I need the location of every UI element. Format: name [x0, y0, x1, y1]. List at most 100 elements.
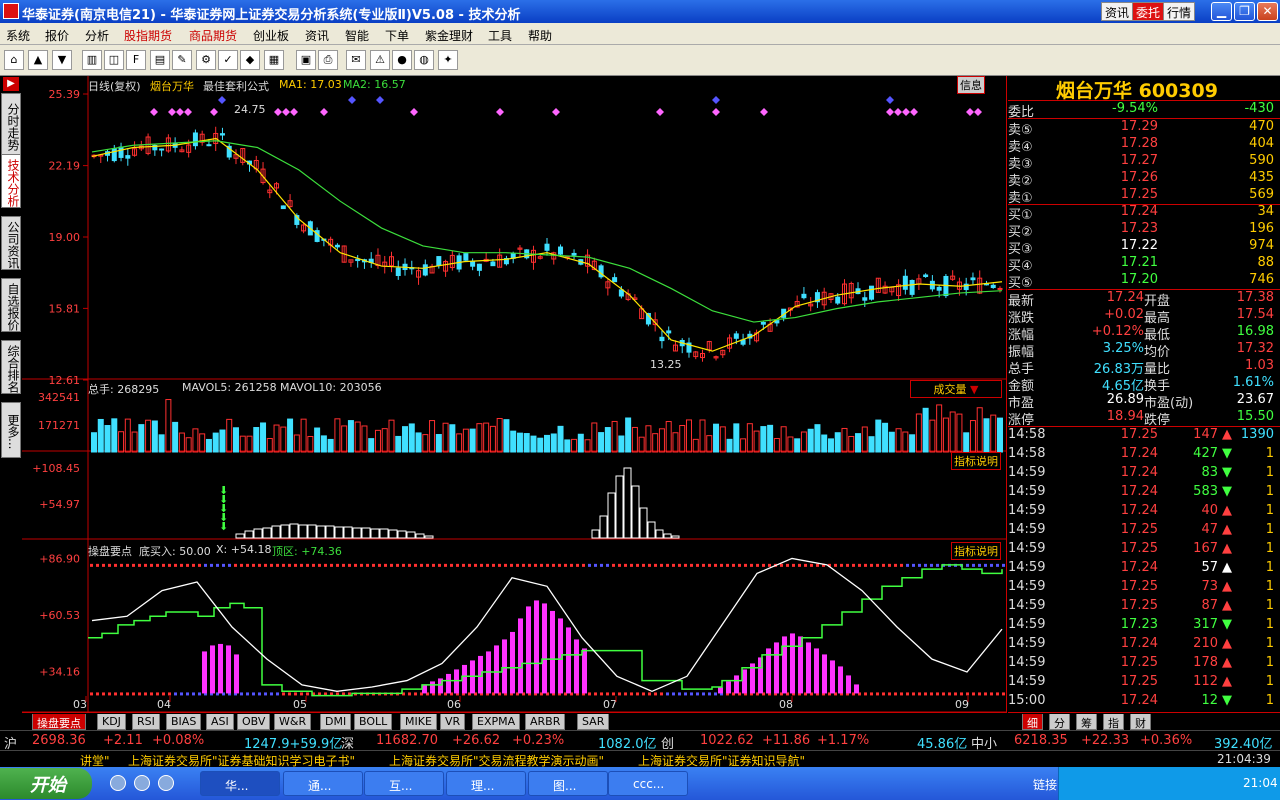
toolbar-print-icon[interactable]: ⎙ — [318, 50, 338, 70]
menu-item[interactable]: 报价 — [45, 27, 69, 44]
indicator-tab[interactable]: RSI — [132, 714, 160, 730]
menu-item[interactable]: 下单 — [385, 27, 409, 44]
quicklaunch-folder-icon[interactable] — [158, 775, 174, 791]
indicator-tab[interactable]: BIAS — [166, 714, 202, 730]
toolbar-news-icon[interactable]: ✉ — [346, 50, 366, 70]
menu-item[interactable]: 帮助 — [528, 27, 552, 44]
menu-item[interactable]: 创业板 — [253, 27, 289, 44]
indicator-tab[interactable]: ASI — [206, 714, 234, 730]
left-nav-tab[interactable]: 分时走势 — [1, 93, 21, 157]
indicator-tab[interactable]: W&R — [274, 714, 312, 730]
menu-item[interactable]: 紫金理财 — [425, 27, 473, 44]
arrow-up-icon: ▲ — [1222, 560, 1232, 575]
volume-bar — [611, 420, 618, 453]
toolbar-warning-icon[interactable]: ● — [392, 50, 412, 70]
title-hangqing-button[interactable]: 行情 — [1163, 2, 1196, 21]
toolbar-f-icon[interactable]: F — [126, 50, 146, 70]
title-zixun-button[interactable]: 资讯 — [1101, 2, 1134, 21]
indicator-tab[interactable]: MIKE — [400, 714, 437, 730]
menu-item[interactable]: 工具 — [488, 27, 512, 44]
toolbar-pen-icon[interactable]: ✎ — [172, 50, 192, 70]
toolbar-kline-icon[interactable]: ▥ — [82, 50, 102, 70]
close-icon[interactable]: ✕ — [1257, 2, 1278, 21]
toolbar-tools-icon[interactable]: ⚙ — [196, 50, 216, 70]
toolbar-bookmark-icon[interactable]: ◆ — [240, 50, 260, 70]
toolbar-layout-icon[interactable]: ▣ — [296, 50, 316, 70]
quicklaunch-media-icon[interactable] — [134, 775, 150, 791]
indicator-tab[interactable]: DMI — [320, 714, 352, 730]
nav-toggle-icon[interactable]: ▶ — [3, 77, 19, 91]
title-weituo-button[interactable]: 委托 — [1132, 2, 1165, 21]
top-dot — [432, 563, 435, 567]
top-dot — [174, 563, 177, 567]
volume-bar — [733, 423, 740, 453]
menu-item[interactable]: 分析 — [85, 27, 109, 44]
indicator-tab[interactable]: VR — [440, 714, 466, 730]
quote-tab[interactable]: 分 — [1049, 714, 1070, 730]
indicator-tab[interactable]: 操盘要点 — [32, 714, 86, 730]
quote-row: 涨停 18.94 跌停 15.50 — [1008, 409, 1280, 428]
candle-body — [733, 333, 739, 339]
ind1-bar — [607, 492, 616, 539]
taskbar-task[interactable]: 通... — [283, 771, 363, 796]
ind2-bar — [202, 651, 207, 694]
news-ticker[interactable]: 讲堂" 上海证券交易所"证券基础知识学习电子书" 上海证券交易所"交易流程教学演… — [0, 750, 1280, 768]
indicator-tab[interactable]: SAR — [577, 714, 610, 730]
ind2-bar — [814, 648, 819, 694]
info-button[interactable]: 信息 — [957, 76, 985, 94]
restore-icon[interactable]: ❐ — [1234, 2, 1255, 21]
menu-item[interactable]: 商品期货 — [189, 27, 237, 44]
menu-item[interactable]: 智能 — [345, 27, 369, 44]
taskbar-task[interactable]: 华... — [200, 771, 280, 796]
tray-links[interactable]: 链接 — [1033, 776, 1057, 793]
minimize-icon[interactable]: ▁ — [1211, 2, 1232, 21]
left-nav-tab[interactable]: 更多... — [1, 402, 21, 458]
indicator-tab[interactable]: OBV — [237, 714, 271, 730]
toolbar-exit-icon[interactable]: ✦ — [438, 50, 458, 70]
taskbar-task[interactable]: 互... — [364, 771, 444, 796]
tick-volume: 317 — [1193, 617, 1218, 632]
left-nav-tab[interactable]: 自选报价 — [1, 278, 21, 332]
taskbar-task[interactable]: ccc... — [608, 771, 688, 796]
left-nav-tab[interactable]: 技术分析 — [1, 154, 21, 208]
toolbar-period-icon[interactable]: ◫ — [104, 50, 124, 70]
bottom-dot — [408, 692, 411, 696]
chart-canvas[interactable]: 25.39 22.19 19.00 15.81 12.61 03 04 05 06 07 08 09 3… — [22, 76, 1007, 712]
indicator-tab[interactable]: KDJ — [97, 714, 126, 730]
volume-explain-button[interactable]: 指标说明 — [951, 452, 1001, 470]
taskbar-task[interactable]: 理... — [446, 771, 526, 796]
taskbar-task[interactable]: 图... — [528, 771, 608, 796]
toolbar-arrow-down-icon[interactable]: ▼ — [52, 50, 72, 70]
indicator-tab[interactable]: EXPMA — [472, 714, 521, 730]
volume-dropdown[interactable]: 成交量 ▼ — [910, 380, 1002, 398]
volume-bar — [503, 419, 510, 453]
ind1-explain-button[interactable]: 指标说明 — [951, 542, 1001, 560]
left-nav-tab[interactable]: 公司资讯 — [1, 216, 21, 270]
price-axis-label: 25.39 — [49, 88, 81, 101]
kline-chart-area[interactable]: 25.39 22.19 19.00 15.81 12.61 03 04 05 06 07 08 09 3… — [22, 76, 1007, 712]
indicator-tab[interactable]: ARBR — [525, 714, 566, 730]
menu-item[interactable]: 股指期货 — [124, 27, 172, 44]
quote-tab[interactable]: 财 — [1130, 714, 1151, 730]
start-button[interactable]: 开始 — [0, 768, 92, 799]
quote-tab[interactable]: 筹 — [1076, 714, 1097, 730]
signal-diamond — [150, 108, 158, 116]
toolbar-stock-icon[interactable]: ▦ — [264, 50, 284, 70]
bottom-dot — [180, 692, 183, 696]
toolbar-chart-icon[interactable]: ▤ — [150, 50, 170, 70]
quicklaunch-ie-icon[interactable] — [110, 775, 126, 791]
left-nav-tab[interactable]: 综合排名 — [1, 340, 21, 394]
toolbar-arrow-up-icon[interactable]: ▲ — [28, 50, 48, 70]
menu-item[interactable]: 资讯 — [305, 27, 329, 44]
volume-bar — [679, 425, 686, 453]
toolbar-alert-icon[interactable]: ⚠ — [370, 50, 390, 70]
toolbar-check-icon[interactable]: ✓ — [218, 50, 238, 70]
indicator-tab[interactable]: BOLL — [354, 714, 393, 730]
candle-body — [618, 289, 624, 297]
menu-item[interactable]: 系统 — [6, 27, 30, 44]
quote-tab[interactable]: 指 — [1103, 714, 1124, 730]
quote-tab[interactable]: 细 — [1022, 714, 1043, 730]
toolbar-web-icon[interactable]: ◍ — [414, 50, 434, 70]
toolbar-home-icon[interactable]: ⌂ — [4, 50, 24, 70]
ind1-bar — [655, 529, 664, 539]
